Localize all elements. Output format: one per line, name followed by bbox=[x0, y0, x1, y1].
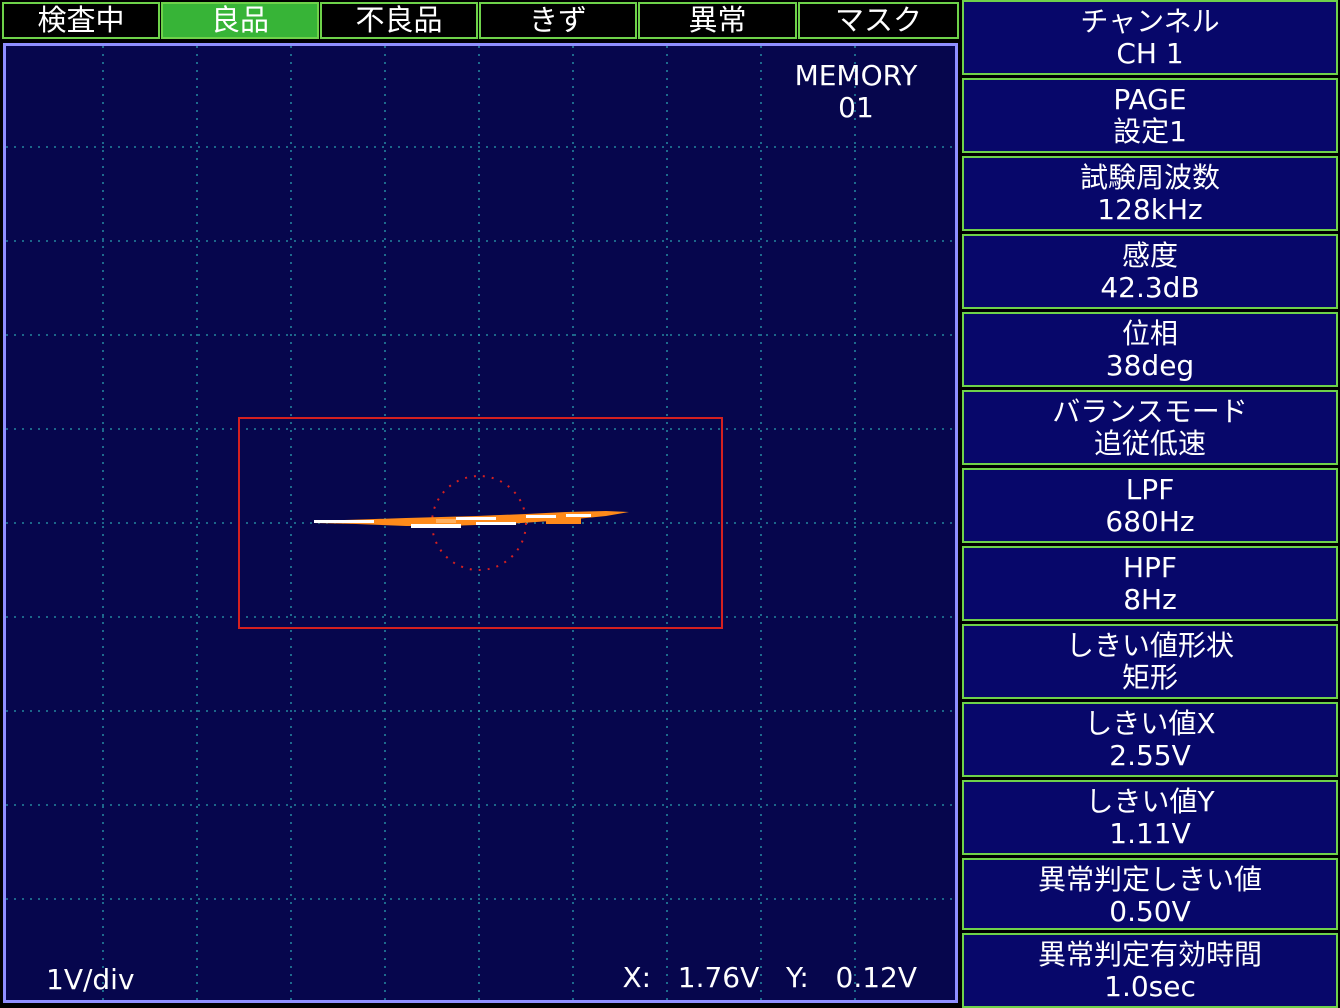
menu-lpf-value: 680Hz bbox=[1105, 505, 1195, 538]
x-label: X: bbox=[622, 961, 652, 994]
tab-abnormal[interactable]: 異常 bbox=[638, 2, 797, 39]
menu-abnormal-valid-time-value: 1.0sec bbox=[1104, 970, 1196, 1003]
menu-sensitivity-title: 感度 bbox=[1121, 239, 1178, 272]
memory-number: 01 bbox=[838, 91, 874, 124]
settings-menu: チャンネル CH 1 PAGE 設定1 試験周波数 128kHz 感度 42.3… bbox=[962, 0, 1340, 1008]
menu-threshold-x-value: 2.55V bbox=[1109, 739, 1191, 772]
menu-threshold-x-title: しきい値X bbox=[1084, 707, 1216, 740]
menu-channel-title: チャンネル bbox=[1080, 5, 1220, 38]
x-value: 1.76V bbox=[677, 961, 760, 994]
menu-phase[interactable]: 位相 38deg bbox=[962, 312, 1338, 387]
menu-sensitivity-value: 42.3dB bbox=[1100, 271, 1200, 304]
menu-channel-value: CH 1 bbox=[1116, 37, 1184, 70]
tab-good[interactable]: 良品 bbox=[161, 2, 319, 39]
status-tab-bar: 検査中 良品 不良品 きず 異常 マスク bbox=[0, 0, 961, 41]
menu-page[interactable]: PAGE 設定1 bbox=[962, 78, 1338, 153]
menu-lpf[interactable]: LPF 680Hz bbox=[962, 468, 1338, 543]
menu-test-frequency-title: 試験周波数 bbox=[1079, 161, 1220, 194]
menu-threshold-y[interactable]: しきい値Y 1.11V bbox=[962, 780, 1338, 855]
menu-hpf[interactable]: HPF 8Hz bbox=[962, 546, 1338, 621]
menu-balance-mode-value: 追従低速 bbox=[1093, 427, 1206, 460]
menu-page-value: 設定1 bbox=[1113, 115, 1187, 148]
coordinate-readout: X: 1.76V Y: 0.12V bbox=[622, 961, 917, 994]
memory-label: MEMORY bbox=[794, 59, 918, 92]
tab-mask[interactable]: マスク bbox=[798, 2, 959, 39]
menu-threshold-y-value: 1.11V bbox=[1109, 817, 1191, 850]
signal-trace bbox=[314, 511, 629, 528]
menu-page-title: PAGE bbox=[1113, 83, 1187, 116]
menu-threshold-shape-title: しきい値形状 bbox=[1065, 629, 1234, 662]
signal-plot bbox=[6, 46, 955, 1000]
menu-threshold-y-title: しきい値Y bbox=[1085, 785, 1215, 818]
menu-abnormal-threshold-value: 0.50V bbox=[1109, 895, 1191, 928]
y-label: Y: bbox=[785, 961, 809, 994]
tab-defective[interactable]: 不良品 bbox=[320, 2, 478, 39]
menu-abnormal-valid-time-title: 異常判定有効時間 bbox=[1037, 938, 1262, 971]
y-value: 0.12V bbox=[835, 961, 918, 994]
tab-flaw[interactable]: きず bbox=[479, 2, 637, 39]
menu-channel[interactable]: チャンネル CH 1 bbox=[962, 0, 1338, 75]
signal-display[interactable]: MEMORY 01 1V/div X: 1.76V Y: 0.12V bbox=[3, 43, 958, 1003]
menu-abnormal-valid-time[interactable]: 異常判定有効時間 1.0sec bbox=[962, 933, 1338, 1008]
menu-balance-mode-title: バランスモード bbox=[1052, 395, 1248, 428]
menu-phase-title: 位相 bbox=[1121, 317, 1178, 350]
menu-sensitivity[interactable]: 感度 42.3dB bbox=[962, 234, 1338, 309]
menu-threshold-shape-value: 矩形 bbox=[1121, 661, 1178, 694]
menu-abnormal-threshold-title: 異常判定しきい値 bbox=[1037, 863, 1262, 896]
menu-threshold-shape[interactable]: しきい値形状 矩形 bbox=[962, 624, 1338, 699]
menu-abnormal-threshold[interactable]: 異常判定しきい値 0.50V bbox=[962, 858, 1338, 930]
menu-lpf-title: LPF bbox=[1125, 473, 1175, 506]
scale-label: 1V/div bbox=[46, 963, 135, 996]
menu-phase-value: 38deg bbox=[1105, 349, 1195, 382]
menu-test-frequency[interactable]: 試験周波数 128kHz bbox=[962, 156, 1338, 231]
menu-test-frequency-value: 128kHz bbox=[1097, 193, 1203, 226]
tab-inspecting[interactable]: 検査中 bbox=[2, 2, 160, 39]
memory-indicator: MEMORY 01 bbox=[771, 60, 941, 124]
menu-threshold-x[interactable]: しきい値X 2.55V bbox=[962, 702, 1338, 777]
menu-balance-mode[interactable]: バランスモード 追従低速 bbox=[962, 390, 1338, 465]
menu-hpf-value: 8Hz bbox=[1123, 583, 1177, 616]
menu-hpf-title: HPF bbox=[1122, 551, 1178, 584]
